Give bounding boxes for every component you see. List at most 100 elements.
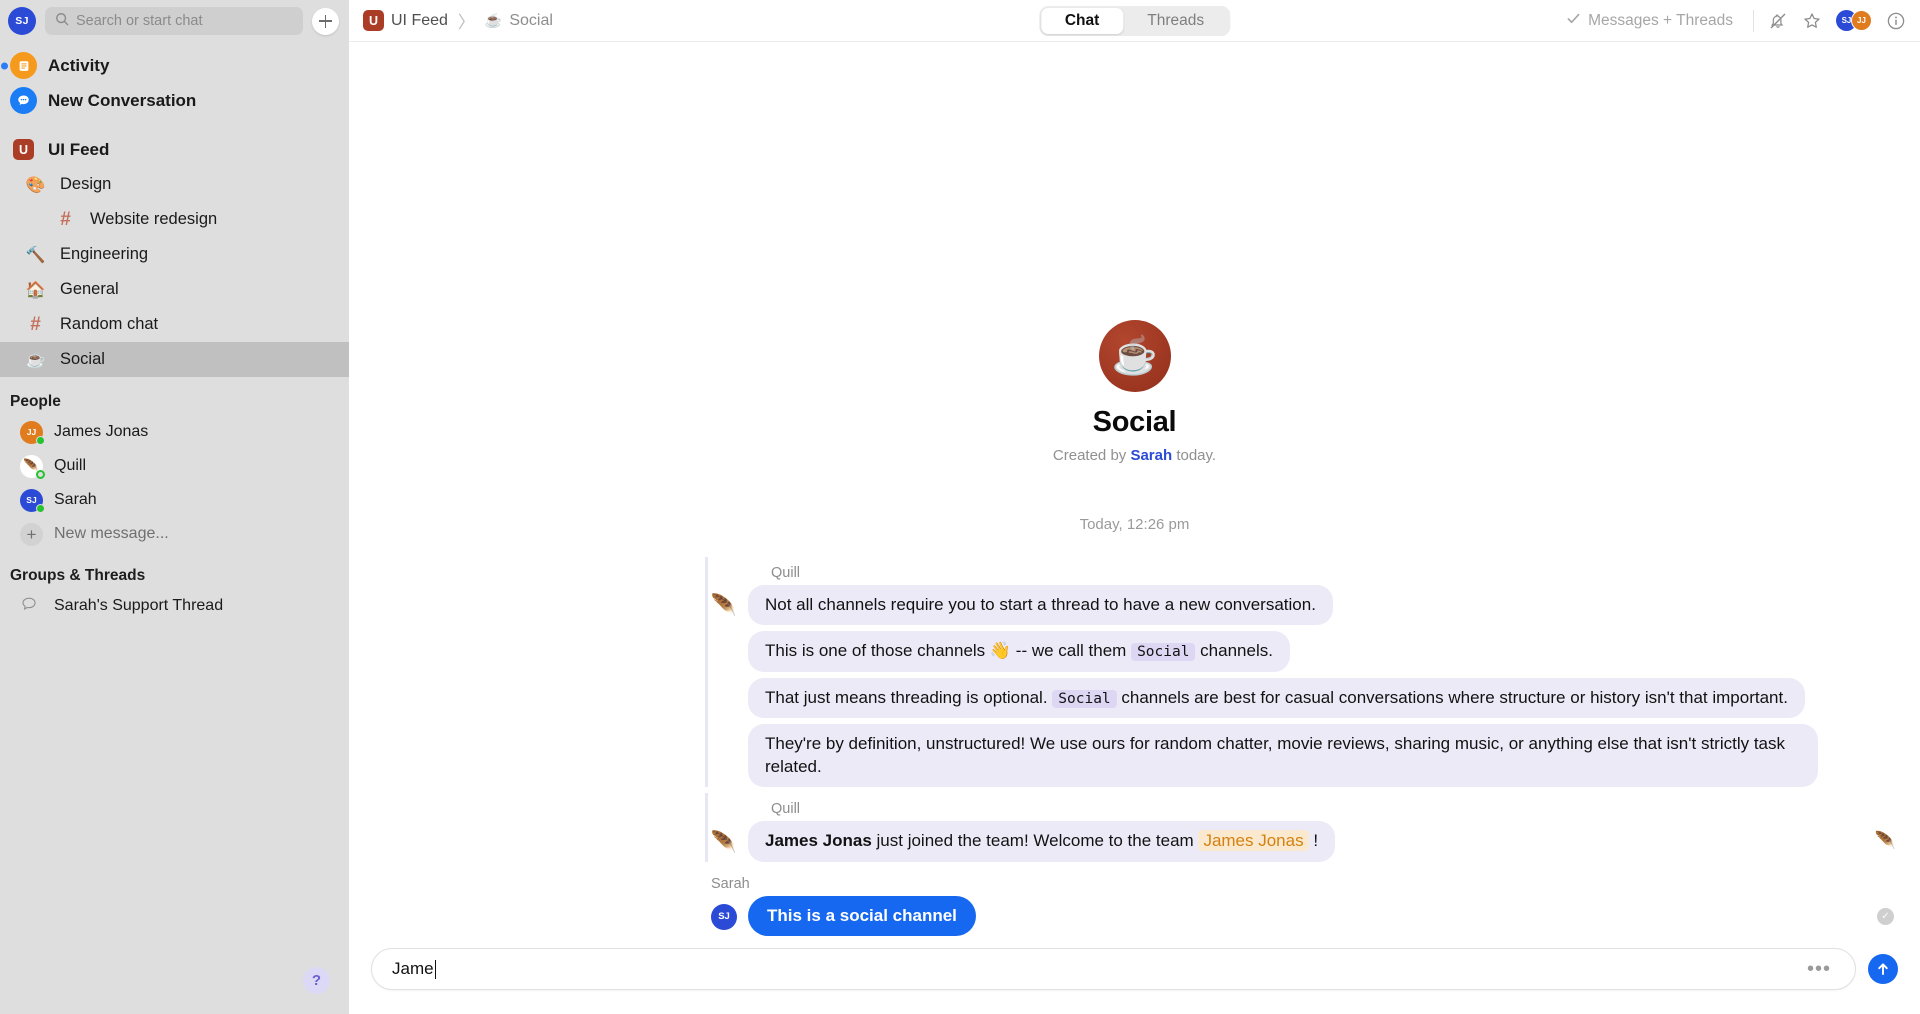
sidebar-header: SJ Search or start chat <box>0 0 349 42</box>
message-group: Quill 🪶 James Jonas just joined the team… <box>349 793 1920 862</box>
view-tabs: Chat Threads <box>1038 5 1231 36</box>
thread-rail <box>705 556 708 788</box>
new-chat-button[interactable] <box>312 7 339 35</box>
sidebar: SJ Search or start chat Activity New Con… <box>0 0 349 1014</box>
breadcrumb-workspace[interactable]: UI Feed <box>391 12 448 30</box>
thread-rail <box>705 793 708 862</box>
workspace-label: UI Feed <box>48 139 110 159</box>
message-author: Quill <box>771 801 801 818</box>
created-prefix: Created by <box>1052 446 1127 464</box>
coffee-cup-icon: ☕ <box>484 12 503 28</box>
new-message-label: New message... <box>54 525 169 542</box>
sidebar-item-label: Website redesign <box>90 210 218 228</box>
seen-indicator-icon: ✓ <box>1877 907 1894 925</box>
breadcrumb-channel[interactable]: Social <box>509 12 553 30</box>
message-bubble[interactable]: James Jonas just joined the team! Welcom… <box>748 821 1336 862</box>
avatar: SJ <box>20 488 45 513</box>
page-title: Social <box>1092 405 1177 438</box>
message-bubble[interactable]: They're by definition, unstructured! We … <box>748 724 1818 788</box>
avatar: 🪶 <box>20 454 45 479</box>
person-label: Quill <box>54 457 87 474</box>
ellipsis-icon[interactable]: ••• <box>1807 958 1835 981</box>
channel-intro: ☕ Social Created by Sarah today. <box>349 290 1920 464</box>
sidebar-item-general[interactable]: 🏠 General <box>0 272 349 307</box>
sidebar-item-engineering[interactable]: 🔨 Engineering <box>0 237 349 272</box>
person-label: Sarah <box>54 491 97 508</box>
sidebar-item-design[interactable]: 🎨 Design <box>0 167 349 202</box>
unread-dot <box>1 62 8 69</box>
day-separator: Today, 12:26 pm <box>1079 515 1190 533</box>
plus-icon: + <box>20 522 43 546</box>
sidebar-person-sarah[interactable]: SJ Sarah <box>0 483 349 517</box>
quill-logo-icon: 🪶 <box>710 830 738 854</box>
sidebar-item-label: General <box>60 280 119 298</box>
check-icon <box>1566 11 1581 31</box>
composer: Jame ••• <box>349 942 1920 1014</box>
hash-icon: # <box>30 313 41 335</box>
people-heading: People <box>10 393 61 410</box>
top-bar: U UI Feed 〉 ☕ Social Chat Threads Messag… <box>349 0 1920 42</box>
message-bubble[interactable]: This is one of those channels 👋 -- we ca… <box>748 631 1290 672</box>
sidebar-person-james-jonas[interactable]: JJ James Jonas <box>0 415 349 449</box>
sidebar-item-website-redesign[interactable]: # Website redesign <box>0 202 349 237</box>
sidebar-thread-sarahs-support-thread[interactable]: Sarah's Support Thread <box>0 589 349 623</box>
message-list: ☕ Social Created by Sarah today. Today, … <box>349 42 1920 942</box>
hammer-icon: 🔨 <box>25 246 46 264</box>
avatar[interactable]: SJ <box>8 7 36 35</box>
thread-label: Sarah's Support Thread <box>54 597 224 614</box>
coffee-cup-icon: ☕ <box>1098 319 1171 392</box>
sidebar-item-random-chat[interactable]: # Random chat <box>0 307 349 342</box>
message-bubble[interactable]: This is a social channel <box>748 895 976 936</box>
coffee-cup-icon: ☕ <box>25 351 46 369</box>
message-bubble[interactable]: Not all channels require you to start a … <box>748 584 1333 626</box>
bell-muted-icon[interactable] <box>1768 11 1788 31</box>
chat-bubble-icon <box>10 87 37 114</box>
chat-area: ☕ Social Created by Sarah today. Today, … <box>349 42 1920 1014</box>
message-group: Sarah SJ This is a social channel ✓ <box>349 868 1920 936</box>
sidebar-item-workspace-ui-feed[interactable]: U UI Feed <box>0 132 349 167</box>
sidebar-item-social[interactable]: ☕ Social <box>0 342 349 377</box>
groups-threads-heading: Groups & Threads <box>10 567 146 584</box>
mention-chip[interactable]: James Jonas <box>1198 830 1309 852</box>
sidebar-item-label: Social <box>60 350 105 368</box>
avatar: JJ <box>20 420 45 445</box>
tab-threads[interactable]: Threads <box>1123 8 1228 34</box>
filter-messages-threads[interactable]: Messages + Threads <box>1566 11 1739 31</box>
person-label: James Jonas <box>54 423 149 440</box>
search-input[interactable]: Search or start chat <box>45 7 303 35</box>
filter-label: Messages + Threads <box>1588 11 1733 29</box>
workspace-badge-icon: U <box>10 136 37 163</box>
info-icon[interactable] <box>1886 11 1906 31</box>
channel-created-info: Created by Sarah today. <box>349 447 1920 464</box>
search-placeholder: Search or start chat <box>76 13 203 29</box>
message-bubble[interactable]: That just means threading is optional. S… <box>748 677 1805 719</box>
send-button[interactable] <box>1868 954 1898 984</box>
sidebar-person-quill[interactable]: 🪶 Quill <box>0 449 349 483</box>
new-message-button[interactable]: + New message... <box>0 517 349 551</box>
member-avatars[interactable]: SJ JJ <box>1836 10 1872 31</box>
created-by-link[interactable]: Sarah <box>1130 447 1172 464</box>
reaction-icon[interactable]: 🪶 <box>1875 831 1896 851</box>
star-icon[interactable] <box>1802 11 1822 31</box>
sidebar-item-new-conversation[interactable]: New Conversation <box>0 83 349 118</box>
breadcrumb: U UI Feed 〉 ☕ Social <box>363 8 553 33</box>
tab-chat[interactable]: Chat <box>1040 7 1124 34</box>
help-button[interactable]: ? <box>303 967 330 994</box>
avatar: JJ <box>1851 10 1872 31</box>
workspace-badge-icon: U <box>363 10 384 31</box>
text-caret <box>434 959 437 979</box>
house-icon: 🏠 <box>25 281 46 299</box>
speech-bubble-icon <box>20 595 43 618</box>
sidebar-item-label: Design <box>60 175 112 193</box>
presence-indicator <box>36 503 45 513</box>
message-input[interactable]: Jame ••• <box>371 948 1856 990</box>
message-group: Quill 🪶 Not all channels require you to … <box>349 556 1920 788</box>
sidebar-item-label: New Conversation <box>48 90 197 110</box>
sidebar-item-activity[interactable]: Activity <box>0 48 349 83</box>
avatar: SJ <box>711 903 737 930</box>
presence-indicator <box>36 469 45 479</box>
breadcrumb-separator: 〉 <box>457 13 475 32</box>
mention-bold: James Jonas <box>765 831 872 851</box>
activity-icon <box>10 52 37 79</box>
presence-indicator <box>36 435 45 445</box>
